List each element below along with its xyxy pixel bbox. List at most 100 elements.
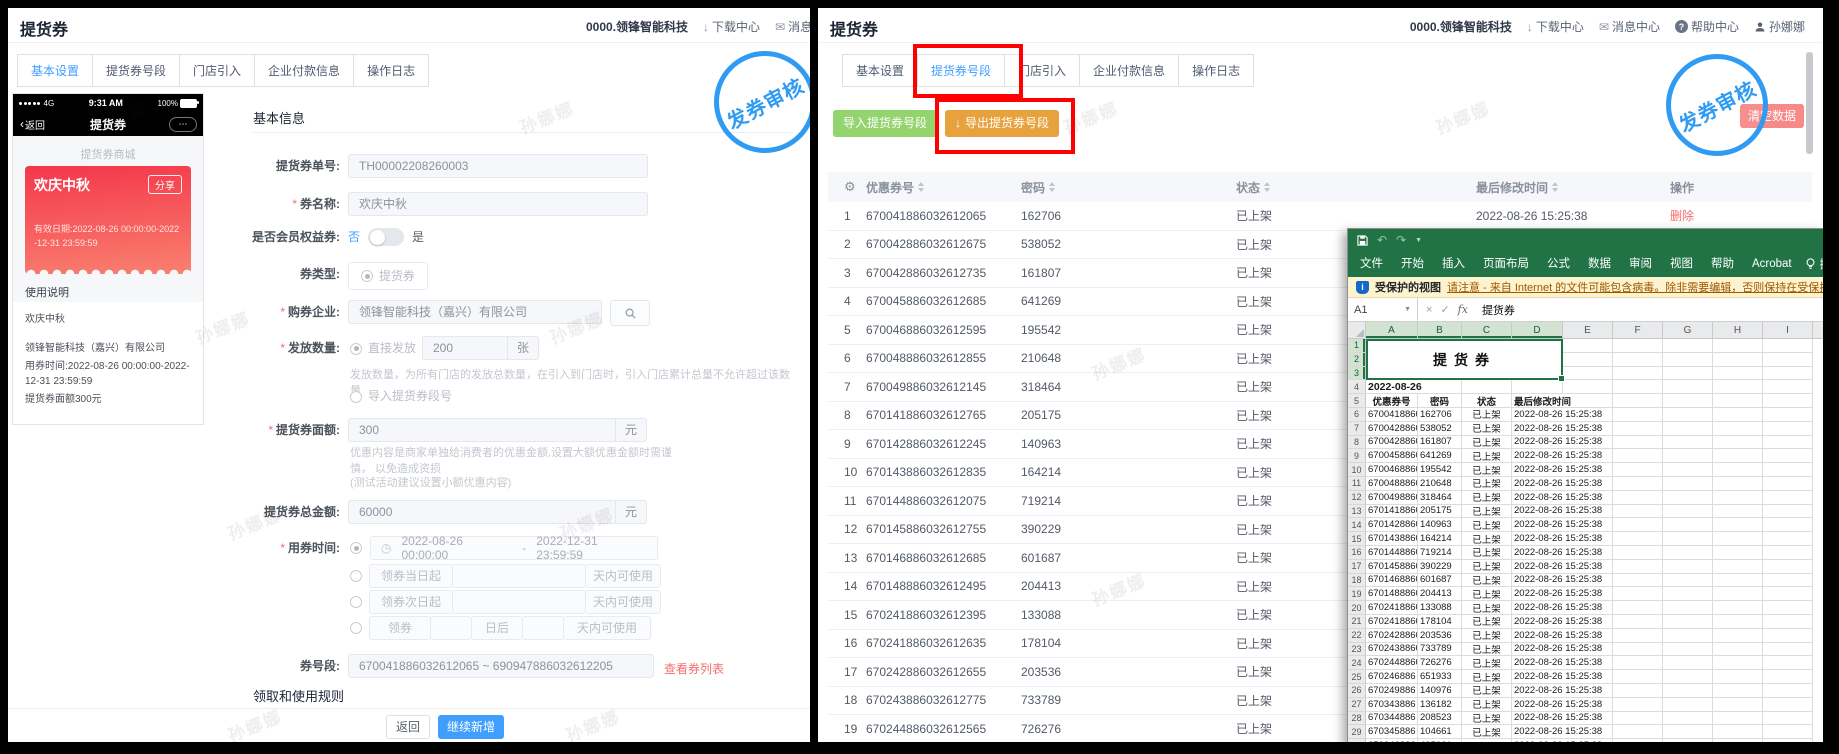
scrollbar-thumb[interactable]: [1806, 52, 1813, 154]
total-input[interactable]: 60000: [348, 500, 616, 524]
import-segments-button[interactable]: 导入提货券号段: [833, 110, 937, 137]
back-button[interactable]: 返回: [386, 715, 430, 739]
excel-ribbon-tab[interactable]: 页面布局: [1474, 251, 1538, 277]
column-settings[interactable]: ⚙: [828, 179, 866, 195]
tab-voucher-segments[interactable]: 提货券号段: [917, 54, 1006, 87]
amount-input[interactable]: 300: [348, 418, 616, 442]
type-radio-box[interactable]: 提货券: [348, 262, 429, 290]
tab-basic-settings[interactable]: 基本设置: [17, 54, 94, 87]
phone-status-bar: 4G 9:31 AM 100%: [13, 94, 203, 112]
opt4-input2[interactable]: [522, 616, 564, 640]
excel-row-header: 16: [1348, 545, 1366, 560]
use-time-radio2[interactable]: [350, 570, 362, 582]
use-time-radio1[interactable]: [350, 542, 362, 554]
qat-dropdown-icon[interactable]: ▼: [1415, 237, 1422, 244]
opt4-input1[interactable]: [430, 616, 472, 640]
select-all-corner[interactable]: [1348, 322, 1366, 338]
user-menu[interactable]: 孙娜娜: [1754, 18, 1805, 35]
enterprise-input[interactable]: 领锋智能科技（嘉兴）有限公司: [348, 300, 602, 324]
excel-cell: [1663, 656, 1713, 671]
sort-icon[interactable]: [1049, 179, 1056, 195]
fx-icon[interactable]: fx: [1458, 303, 1468, 316]
excel-cell: [1663, 711, 1713, 726]
undo-icon[interactable]: ↶: [1377, 233, 1387, 247]
formula-value[interactable]: 提货券: [1476, 302, 1515, 318]
tab-enterprise-payment[interactable]: 企业付款信息: [1079, 54, 1180, 87]
cell-index: 19: [844, 721, 858, 736]
tab-store-import[interactable]: 门店引入: [179, 54, 256, 87]
help-center-link[interactable]: ? 帮助中心: [1674, 18, 1739, 35]
opt3-days-input[interactable]: [452, 590, 586, 614]
protected-view-message: 请注意 - 来自 Internet 的文件可能包含病毒。除非需要编辑，否则保持在…: [1447, 282, 1823, 294]
tab-store-import[interactable]: 门店引入: [1004, 54, 1081, 87]
excel-ribbon-tab[interactable]: 视图: [1661, 251, 1702, 277]
message-center-link[interactable]: ✉消息中心: [1599, 18, 1660, 35]
excel-cell: [1613, 559, 1663, 574]
range-input[interactable]: 670041886032612065 ~ 690947886032612205: [348, 654, 654, 678]
excel-row-header: 14: [1348, 518, 1366, 533]
quantity-radio2[interactable]: 导入提货券段号: [350, 390, 452, 403]
excel-ribbon-tab[interactable]: 开始: [1392, 251, 1433, 277]
company-name: 0000.领锋智能科技: [1409, 20, 1512, 34]
name-box[interactable]: A1 ▼: [1348, 298, 1418, 321]
tab-enterprise-payment[interactable]: 企业付款信息: [254, 54, 355, 87]
range-field: 670041886032612065 ~ 690947886032612205: [348, 654, 654, 678]
col-password[interactable]: 密码: [1021, 179, 1236, 196]
tab-voucher-segments[interactable]: 提货券号段: [92, 54, 181, 87]
name-input[interactable]: 欢庆中秋: [348, 192, 648, 216]
download-center-link[interactable]: ↓ 下载中心: [703, 18, 760, 35]
excel-ribbon-tab[interactable]: 帮助: [1702, 251, 1743, 277]
excel-row-header: 26: [1348, 683, 1366, 698]
excel-ribbon-tab[interactable]: 公式: [1538, 251, 1579, 277]
excel-ribbon-tab[interactable]: 文件: [1351, 251, 1392, 277]
excel-ribbon-tab[interactable]: 插入: [1433, 251, 1474, 277]
excel-cell: [1713, 670, 1763, 684]
col-status[interactable]: 状态: [1236, 179, 1476, 196]
use-time-radio4[interactable]: [350, 622, 362, 634]
sort-icon[interactable]: [918, 179, 925, 195]
cancel-icon[interactable]: ×: [1426, 304, 1432, 316]
col-coupon-number[interactable]: 优惠券号: [866, 179, 1021, 196]
quantity-radio1[interactable]: 直接发放: [350, 342, 416, 355]
sort-icon[interactable]: [1264, 179, 1271, 195]
continue-add-button[interactable]: 继续新增: [438, 715, 504, 739]
excel-cell-filler: [1813, 367, 1823, 381]
use-time-range-field[interactable]: ◷ 2022-08-26 00:00:00 - 2022-12-31 23:59…: [370, 534, 658, 562]
cell-index: 5: [844, 322, 851, 337]
excel-row-header: 25: [1348, 670, 1366, 684]
delete-link[interactable]: 删除: [1670, 209, 1694, 223]
sort-icon[interactable]: [1552, 179, 1559, 195]
quantity-input[interactable]: 200: [422, 336, 508, 360]
tab-basic-settings[interactable]: 基本设置: [842, 54, 919, 87]
export-segments-button[interactable]: ↓ 导出提货券号段: [945, 110, 1059, 137]
excel-cell: [1763, 601, 1813, 615]
redo-icon[interactable]: ↷: [1396, 233, 1406, 247]
cell-password: 641269: [1021, 294, 1062, 309]
voucher-no-input[interactable]: TH00002208260003: [348, 154, 648, 178]
cell-modified: 2022-08-26 15:25:38: [1512, 587, 1613, 602]
excel-cell: [1763, 394, 1813, 408]
excel-tellme[interactable]: 操作说明搜索: [1805, 256, 1823, 272]
excel-ribbon-tab[interactable]: 审阅: [1620, 251, 1661, 277]
excel-cell: [1763, 573, 1813, 588]
message-center-link[interactable]: ✉消息中心: [775, 18, 810, 35]
save-icon[interactable]: [1357, 234, 1368, 246]
enter-icon[interactable]: ✓: [1440, 303, 1449, 316]
member-toggle[interactable]: [368, 228, 405, 246]
cell-coupon-number: 670042886032612735: [866, 265, 987, 280]
tab-operation-log[interactable]: 操作日志: [353, 54, 430, 87]
use-time-radio3[interactable]: [350, 596, 362, 608]
phone-clock: 9:31 AM: [88, 98, 123, 108]
excel-ribbon-tab[interactable]: Acrobat: [1743, 251, 1801, 277]
tab-operation-log[interactable]: 操作日志: [1178, 54, 1255, 87]
excel-cell: [1763, 587, 1813, 602]
download-center-link[interactable]: ↓ 下载中心: [1527, 18, 1584, 35]
excel-ribbon-tab[interactable]: 数据: [1579, 251, 1620, 277]
excel-cell: [1613, 614, 1663, 629]
enterprise-search-button[interactable]: [610, 300, 650, 326]
excel-grid-row: 6670041886032612065162706已上架2022-08-26 1…: [1348, 407, 1823, 422]
cell-index: 3: [844, 265, 851, 280]
col-modified-time[interactable]: 最后修改时间: [1476, 179, 1666, 196]
opt2-days-input[interactable]: [452, 564, 586, 588]
view-coupon-list-link[interactable]: 查看券列表: [664, 660, 724, 677]
